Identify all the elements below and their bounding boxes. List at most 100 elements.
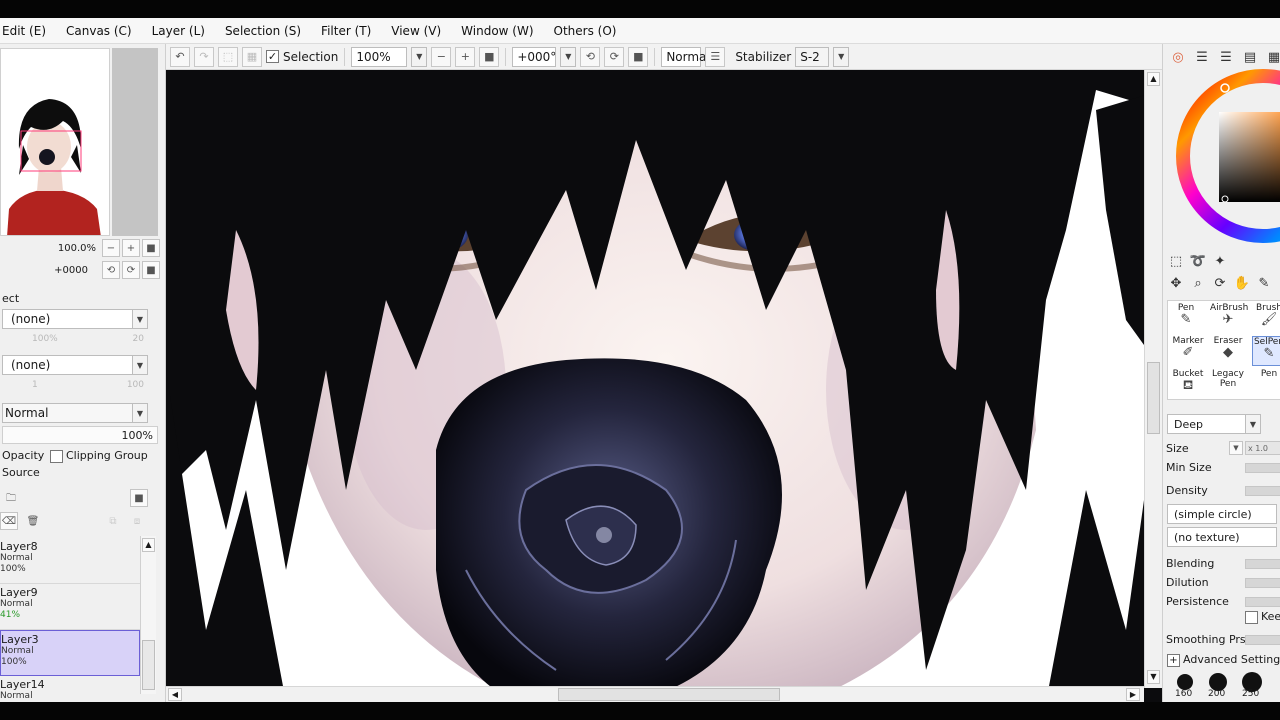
keep-opacity-checkbox[interactable]: [1245, 611, 1258, 624]
navigator-zoom-reset-button[interactable]: ■: [142, 239, 160, 257]
layer-blend-mode-select[interactable]: Normal ▼: [2, 403, 148, 423]
paper-texture-dropdown[interactable]: ▼: [132, 309, 148, 329]
canvas-vertical-scrollbar[interactable]: ▲ ▼: [1144, 70, 1162, 688]
menu-canvas[interactable]: Canvas (C): [56, 24, 142, 38]
redo-button[interactable]: ↷: [194, 46, 214, 67]
rotate-reset-button[interactable]: ■: [628, 46, 649, 67]
persistence-slider[interactable]: [1245, 597, 1280, 607]
eyedropper-tool[interactable]: ✎: [1255, 274, 1273, 292]
navigator-rotate-reset-button[interactable]: ■: [142, 261, 160, 279]
brush-airbrush[interactable]: AirBrush ✈: [1210, 303, 1248, 333]
brush-legacy-pen[interactable]: Legacy Pen: [1210, 369, 1246, 399]
paper-effect-select[interactable]: (none) ▼: [2, 355, 148, 375]
brush-mode-dropdown[interactable]: ▼: [1245, 414, 1261, 434]
layer-item[interactable]: Layer14 Normal: [0, 676, 140, 702]
rotation-field[interactable]: +000°: [512, 46, 557, 67]
color-wheel-tab[interactable]: ◎: [1169, 48, 1187, 66]
brush-pen-2[interactable]: Pen: [1252, 369, 1280, 399]
brush-brush[interactable]: Brush 🖌: [1252, 303, 1280, 333]
brush-selpen[interactable]: SelPen ✎: [1252, 336, 1280, 366]
menu-selection[interactable]: Selection (S): [215, 24, 311, 38]
layer-item-selected[interactable]: Layer3 Normal 100%: [0, 630, 140, 676]
menu-layer[interactable]: Layer (L): [142, 24, 215, 38]
zoom-reset-button[interactable]: ■: [479, 46, 500, 67]
zoom-out-button[interactable]: −: [431, 46, 452, 67]
size-multiplier-field[interactable]: x 1.0: [1245, 441, 1280, 455]
deselect-button[interactable]: ⬚: [218, 46, 238, 67]
scratchpad-tab[interactable]: ▦: [1265, 48, 1280, 66]
preset-dot[interactable]: [1177, 674, 1193, 690]
advanced-settings-toggle[interactable]: +: [1167, 654, 1180, 667]
canvas-horizontal-scrollbar[interactable]: ◀ ▶: [166, 686, 1144, 702]
transfer-down-button[interactable]: ⧈: [128, 512, 146, 530]
menu-filter[interactable]: Filter (T): [311, 24, 381, 38]
layer-item[interactable]: Layer9 Normal 41%: [0, 584, 140, 630]
invert-selection-button[interactable]: ▦: [242, 46, 262, 67]
swatches-tab[interactable]: ▤: [1241, 48, 1259, 66]
min-size-slider[interactable]: [1245, 463, 1280, 473]
delete-layer-button[interactable]: 🗑: [24, 512, 42, 530]
size-multiplier-button[interactable]: ▼: [1229, 441, 1243, 455]
zoom-dropdown[interactable]: ▼: [411, 46, 428, 67]
density-slider[interactable]: [1245, 486, 1280, 496]
layer-opacity-slider[interactable]: 100%: [2, 426, 158, 444]
brush-bucket[interactable]: Bucket ⛾: [1170, 369, 1206, 399]
scroll-thumb[interactable]: [142, 640, 155, 690]
navigator-rotate-right-button[interactable]: ⟳: [122, 261, 140, 279]
color-wheel[interactable]: [1173, 68, 1280, 248]
lasso-tool[interactable]: ➰: [1189, 252, 1207, 270]
stabilizer-field[interactable]: S-2: [795, 46, 830, 67]
view-mode-field[interactable]: Normal: [661, 46, 710, 67]
smoothing-slider[interactable]: [1245, 635, 1280, 645]
menu-view[interactable]: View (V): [381, 24, 451, 38]
navigator-zoom-out-button[interactable]: −: [102, 239, 120, 257]
menu-others[interactable]: Others (O): [544, 24, 627, 38]
rgb-slider-tab[interactable]: ☰: [1193, 48, 1211, 66]
zoom-in-button[interactable]: +: [455, 46, 476, 67]
stabilizer-dropdown[interactable]: ▼: [833, 46, 850, 67]
undo-button[interactable]: ↶: [170, 46, 190, 67]
zoom-field[interactable]: 100%: [351, 46, 408, 67]
paper-texture-select[interactable]: (none) ▼: [2, 309, 148, 329]
brush-eraser[interactable]: Eraser ◆: [1210, 336, 1246, 366]
scroll-left-button[interactable]: ◀: [168, 688, 182, 701]
hsv-slider-tab[interactable]: ☰: [1217, 48, 1235, 66]
navigator-thumbnail[interactable]: [0, 48, 110, 236]
scroll-up-button[interactable]: ▲: [1147, 72, 1160, 86]
rotation-dropdown[interactable]: ▼: [560, 46, 577, 67]
rotate-right-button[interactable]: ⟳: [604, 46, 625, 67]
magic-wand-tool[interactable]: ✦: [1211, 252, 1229, 270]
blending-slider[interactable]: [1245, 559, 1280, 569]
clear-layer-button[interactable]: ⌫: [0, 512, 18, 530]
navigator-rotate-left-button[interactable]: ⟲: [102, 261, 120, 279]
menu-window[interactable]: Window (W): [451, 24, 543, 38]
move-tool[interactable]: ✥: [1167, 274, 1185, 292]
layer-panel-menu-button[interactable]: ■: [130, 489, 148, 507]
merge-down-button[interactable]: ⧉: [104, 512, 122, 530]
rotate-left-button[interactable]: ⟲: [580, 46, 601, 67]
navigator-zoom-in-button[interactable]: +: [122, 239, 140, 257]
menu-edit[interactable]: Edit (E): [0, 24, 56, 38]
rect-select-tool[interactable]: ⬚: [1167, 252, 1185, 270]
layer-blend-mode-dropdown[interactable]: ▼: [132, 403, 148, 423]
flip-button[interactable]: ☰: [705, 46, 726, 67]
layer-item[interactable]: Layer8 Normal 100%: [0, 538, 140, 584]
layer-list-scrollbar[interactable]: ▲: [140, 536, 156, 694]
clipping-group-checkbox[interactable]: [50, 450, 63, 463]
hand-tool[interactable]: ✋: [1233, 274, 1251, 292]
paper-effect-dropdown[interactable]: ▼: [132, 355, 148, 375]
scroll-up-button[interactable]: ▲: [142, 538, 155, 552]
brush-texture-select[interactable]: (no texture): [1167, 527, 1277, 547]
scroll-down-button[interactable]: ▼: [1147, 670, 1160, 684]
scroll-thumb[interactable]: [1147, 362, 1160, 434]
new-folder-button[interactable]: 🗀: [2, 490, 20, 508]
brush-mode-select[interactable]: Deep ▼: [1167, 414, 1261, 434]
dilution-slider[interactable]: [1245, 578, 1280, 588]
brush-shape-select[interactable]: (simple circle): [1167, 504, 1277, 524]
zoom-tool[interactable]: ⌕: [1189, 274, 1207, 292]
selection-checkbox[interactable]: ✓: [266, 50, 279, 63]
brush-marker[interactable]: Marker ✐: [1170, 336, 1206, 366]
rotate-tool[interactable]: ⟳: [1211, 274, 1229, 292]
scroll-thumb[interactable]: [558, 688, 780, 701]
canvas-area[interactable]: [166, 70, 1162, 702]
